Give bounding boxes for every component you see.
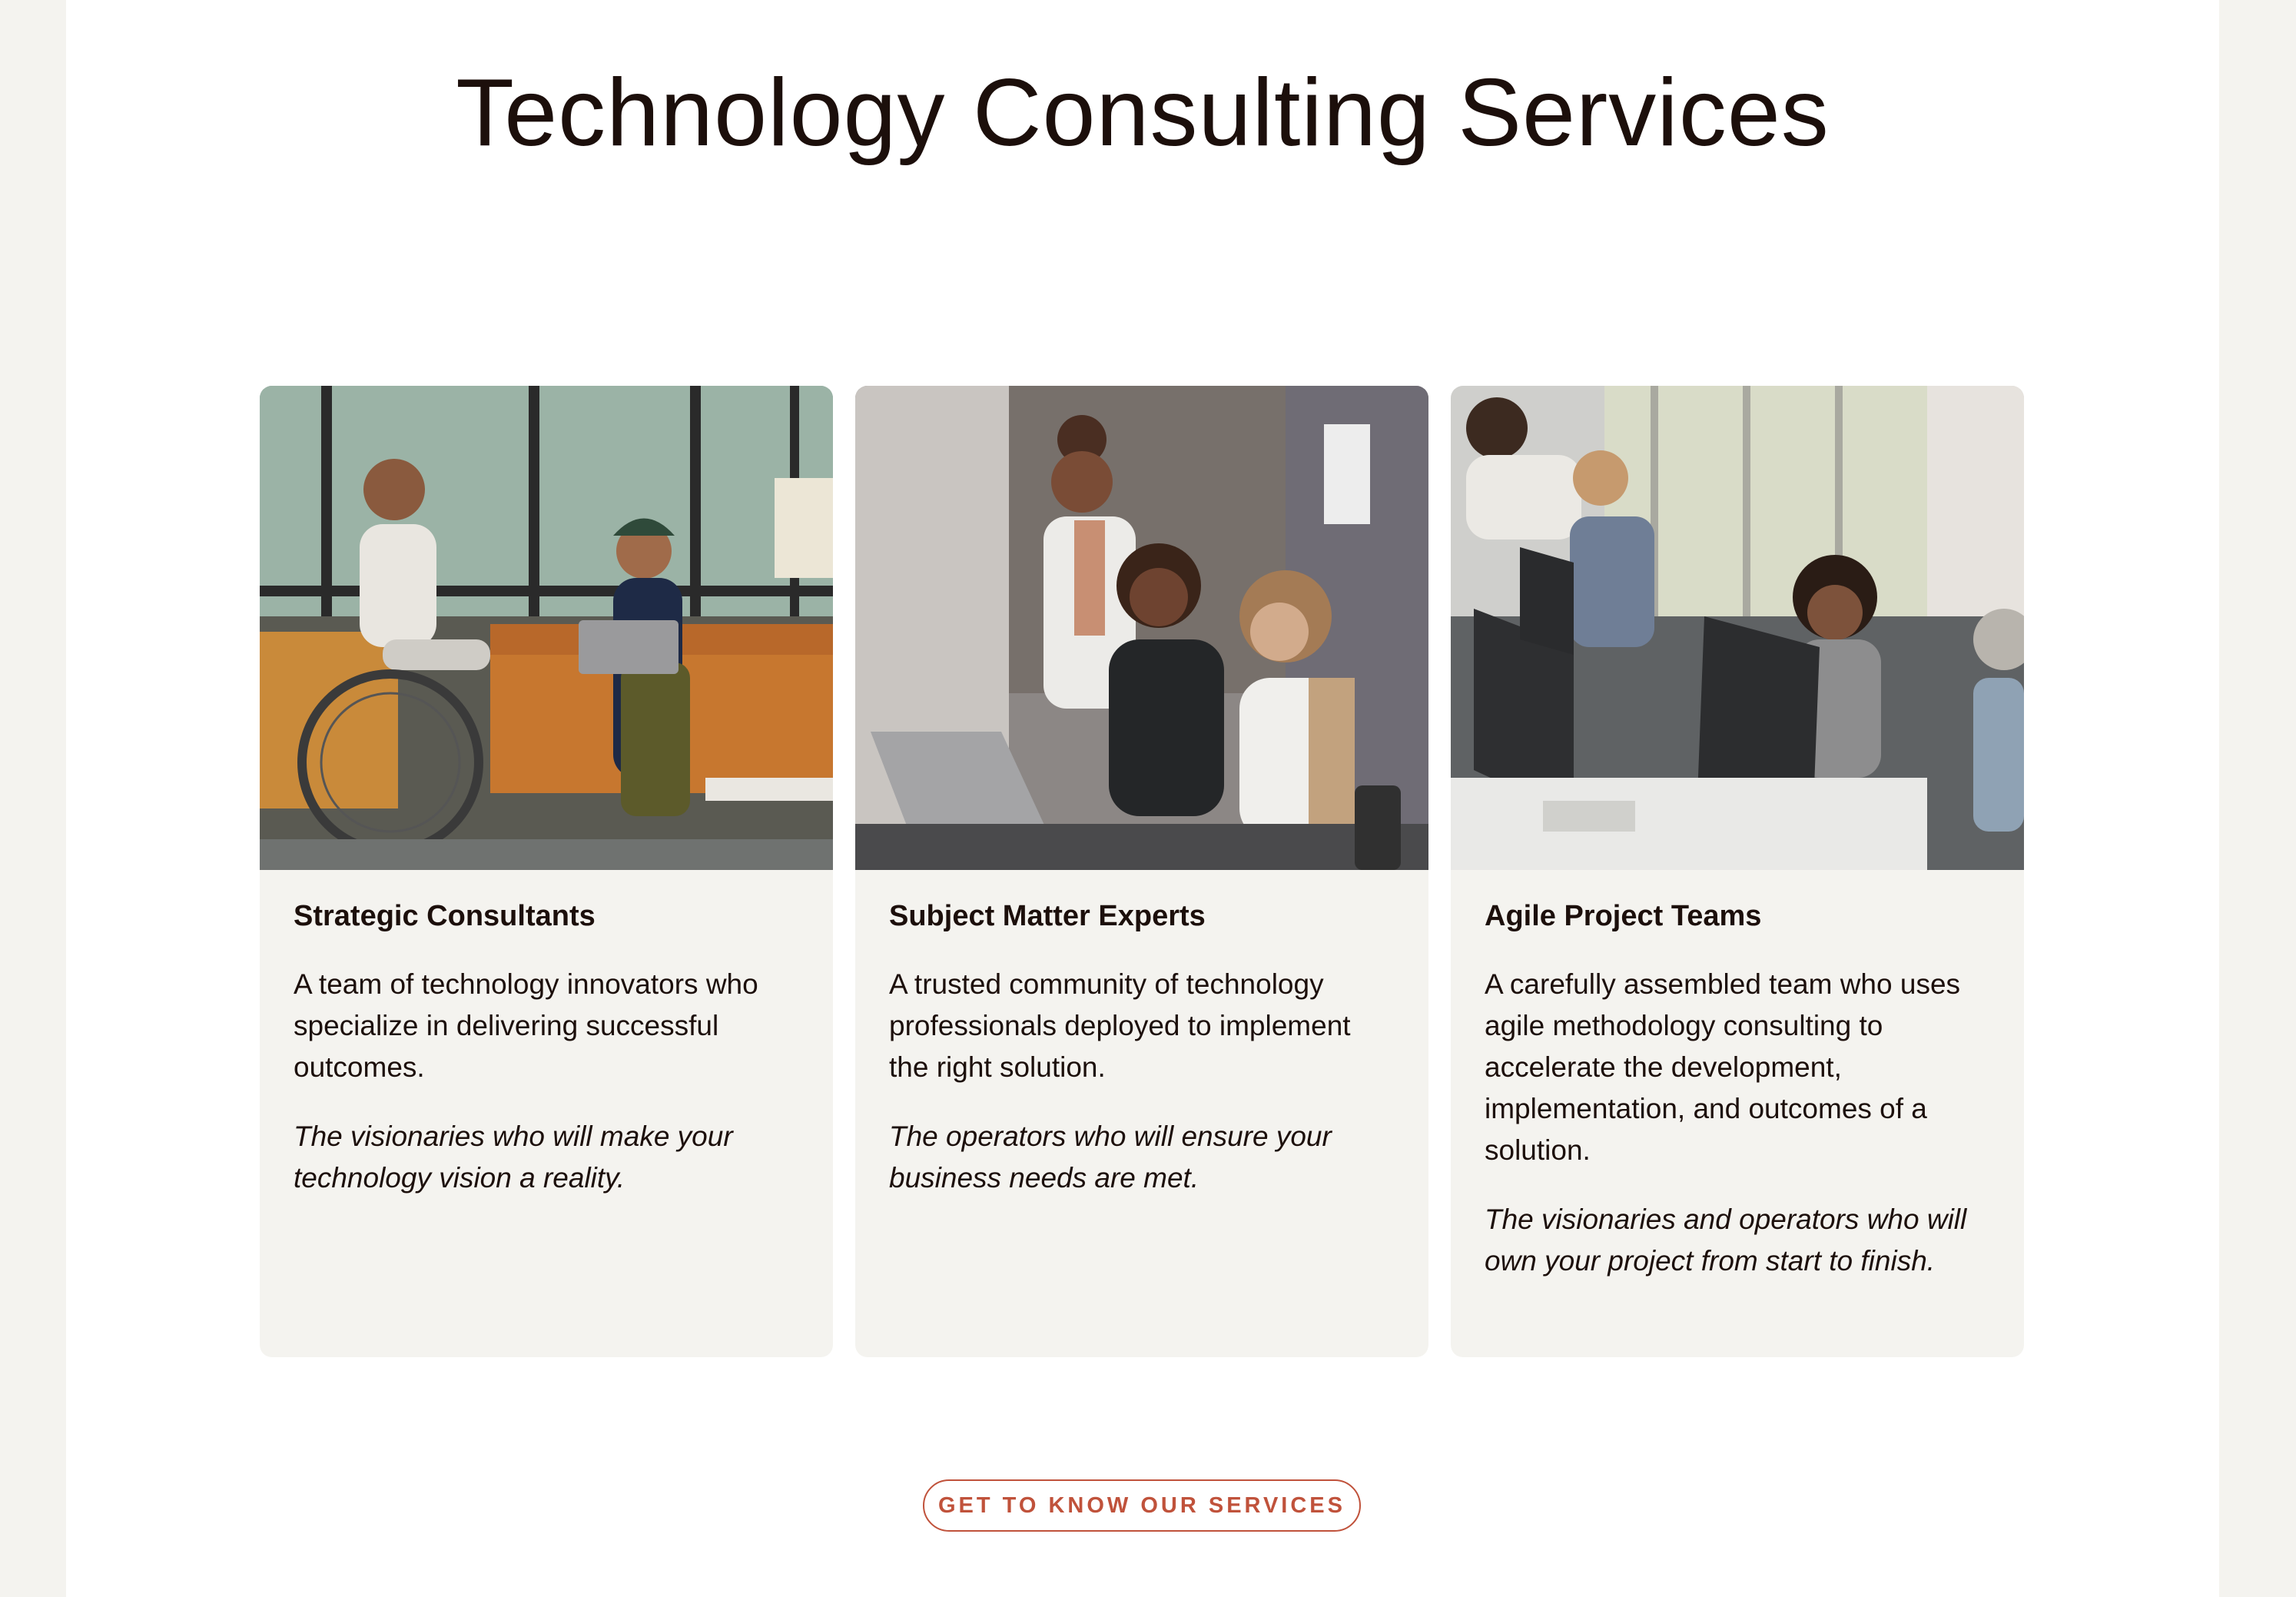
- card-title: Strategic Consultants: [294, 900, 596, 932]
- card-title: Agile Project Teams: [1485, 900, 1762, 932]
- card-description: A carefully assembled team who uses agil…: [1485, 968, 1961, 1166]
- service-card-strategic-consultants: Strategic Consultants A team of technolo…: [260, 386, 833, 1357]
- page-container: Technology Consulting Services Strategic…: [66, 0, 2219, 1597]
- card-description: A trusted community of technology profes…: [889, 968, 1351, 1083]
- section-title: Technology Consulting Services: [456, 60, 1830, 166]
- team-meeting-photo: [260, 386, 833, 870]
- card-tagline: The visionaries and operators who will o…: [1485, 1204, 1967, 1277]
- office-workstations-photo: [1451, 386, 2024, 870]
- experts-laptop-photo: [855, 386, 1428, 870]
- card-title: Subject Matter Experts: [889, 900, 1206, 932]
- card-tagline: The visionaries who will make your techn…: [294, 1121, 733, 1194]
- get-to-know-services-button[interactable]: GET TO KNOW OUR SERVICES: [923, 1479, 1361, 1532]
- card-tagline: The operators who will ensure your busin…: [889, 1121, 1332, 1194]
- service-card-agile-project-teams: Agile Project Teams A carefully assemble…: [1451, 386, 2024, 1357]
- card-description: A team of technology innovators who spec…: [294, 968, 758, 1083]
- service-card-subject-matter-experts: Subject Matter Experts A trusted communi…: [855, 386, 1428, 1357]
